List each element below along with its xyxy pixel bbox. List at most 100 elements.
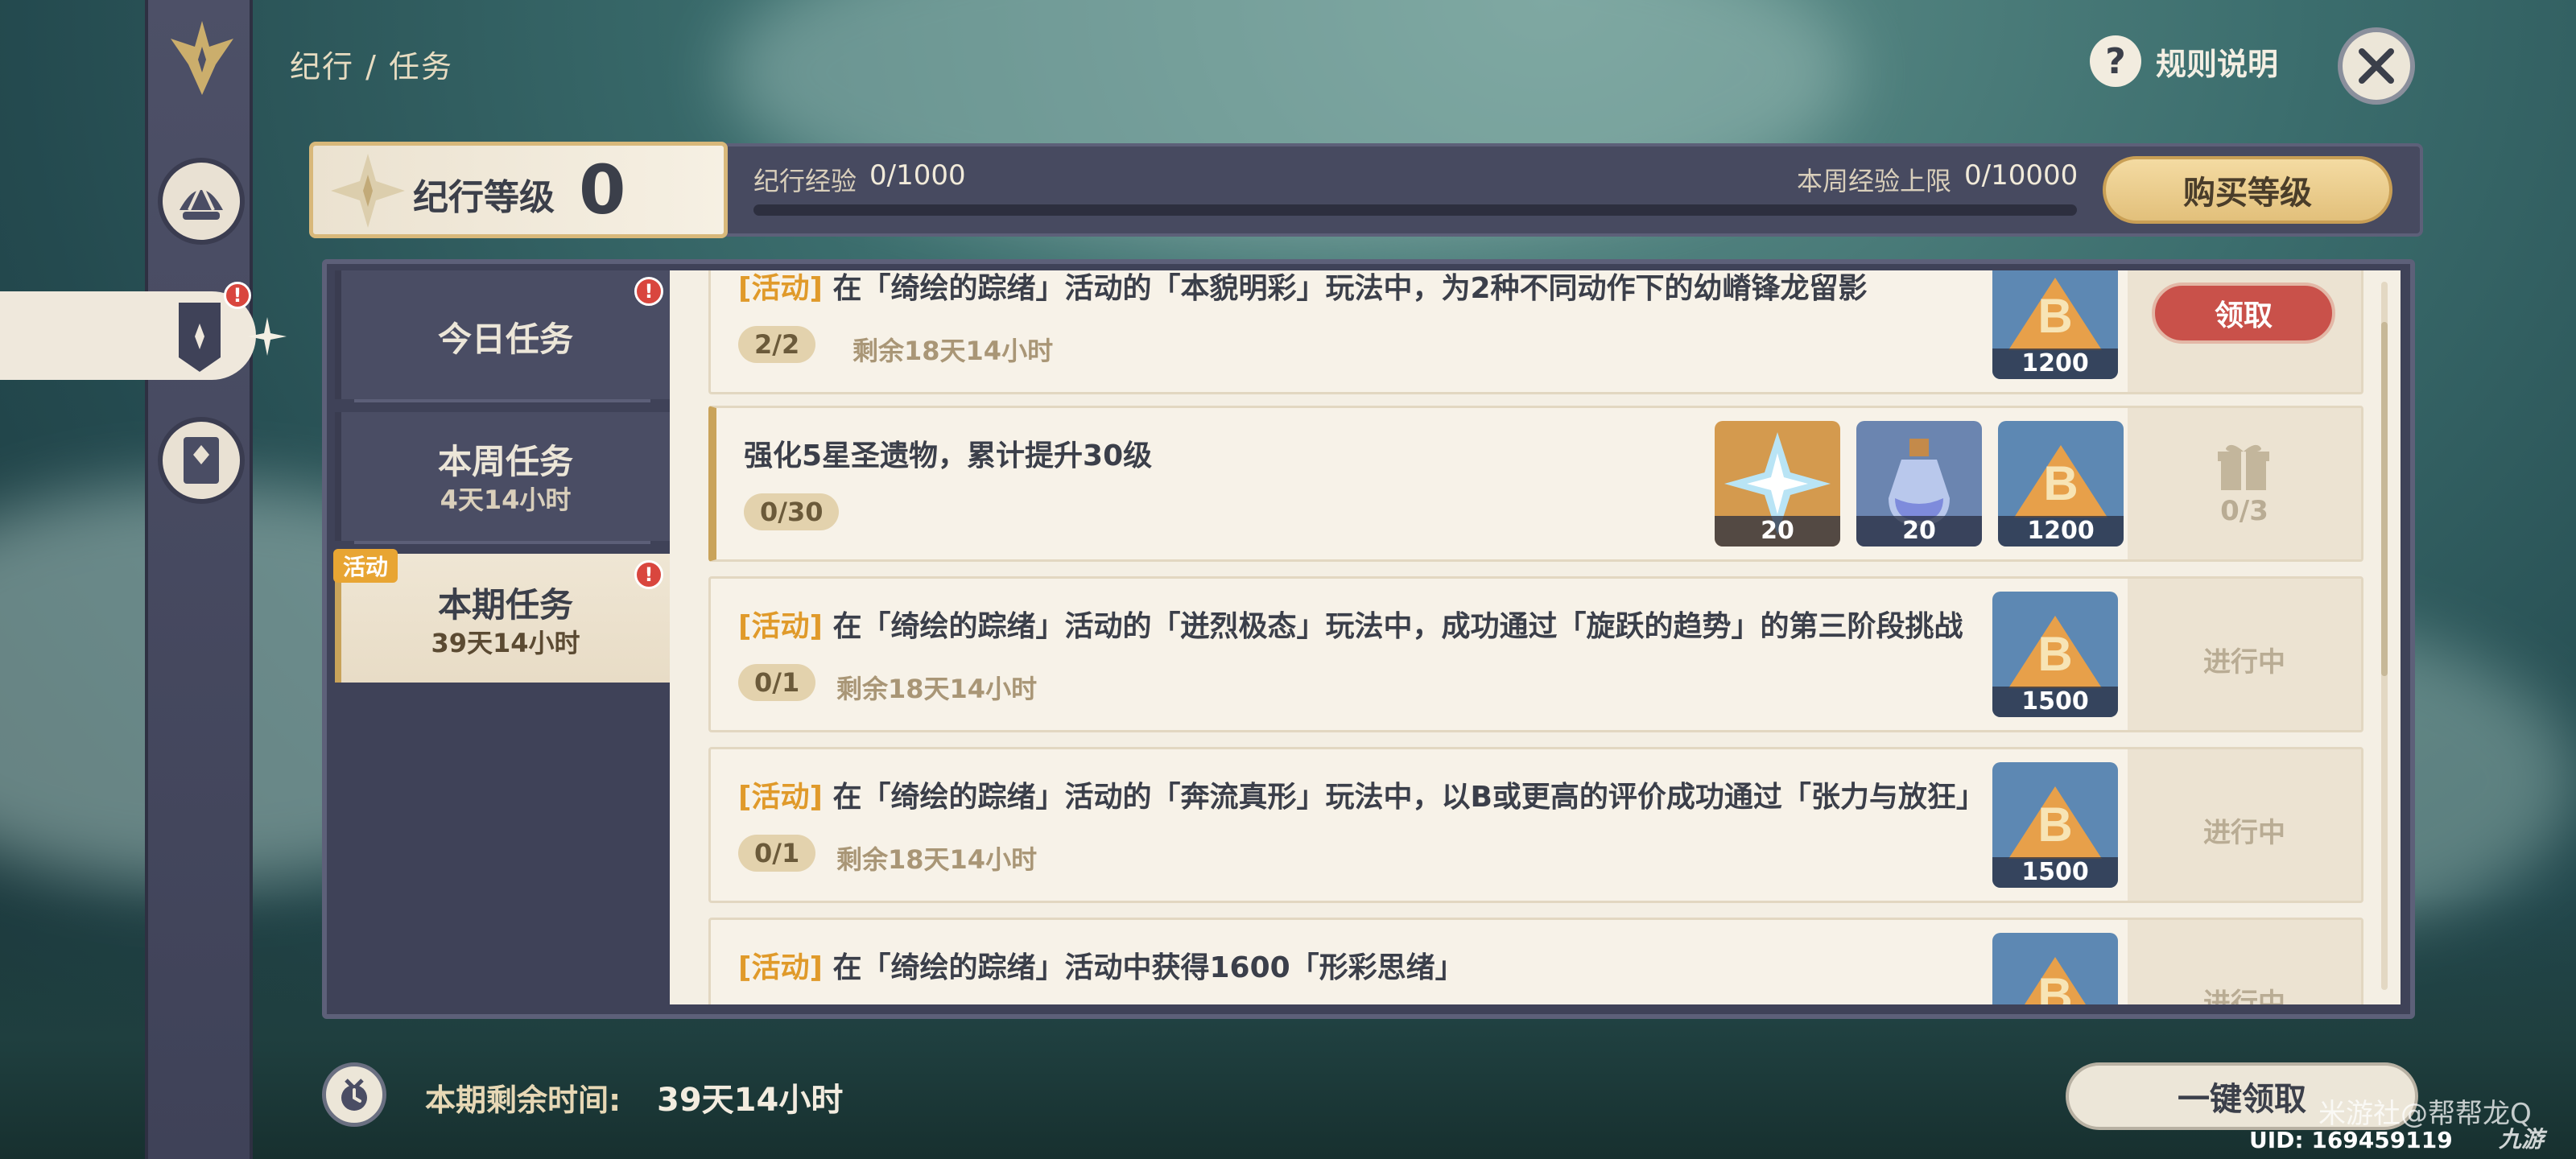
level-label: 纪行等级 xyxy=(413,177,555,218)
task-description: 强化5星圣遗物，累计提升30级 xyxy=(744,439,1153,472)
reward-item[interactable]: 20 xyxy=(1715,421,1840,547)
level-emblem-icon xyxy=(331,154,405,228)
task-progress: 0/1 xyxy=(738,664,816,701)
tab-title: 今日任务 xyxy=(437,320,573,359)
rules-label: 规则说明 xyxy=(2156,46,2279,82)
task-row: [活动] 在「绮绘的踪绪」活动中获得1600「形彩思绪」 B 进行中 xyxy=(708,918,2363,1004)
svg-text:B: B xyxy=(2043,456,2078,510)
event-tag: [活动] xyxy=(738,951,823,984)
week-cap-label: 本周经验上限 xyxy=(1797,166,1952,196)
exp-label: 纪行经验 xyxy=(753,166,857,196)
battlepass-exp-icon: B xyxy=(1992,933,2118,1004)
rail-shop-button[interactable] xyxy=(158,417,245,504)
close-icon xyxy=(2359,48,2394,84)
tab-weekly-missions[interactable]: 本周任务 4天14小时 xyxy=(335,412,670,541)
reward-count: 1200 xyxy=(1992,349,2118,379)
gift-icon xyxy=(2218,444,2269,490)
task-action-area: 进行中 xyxy=(2128,920,2361,1004)
task-title: [活动] 在「绮绘的踪绪」活动中获得1600「形彩思绪」 xyxy=(738,944,1464,986)
task-progress: 0/1 xyxy=(738,835,816,872)
task-title: [活动] 在「绮绘的踪绪」活动的「本貌明彩」玩法中，为2种不同动作下的幼嵴锋龙留… xyxy=(738,270,1868,307)
alert-icon: ! xyxy=(634,560,663,589)
uid-label: UID: 169459119 xyxy=(2249,1127,2453,1153)
task-title: [活动] 在「绮绘的踪绪」活动的「迸烈极态」玩法中，成功通过「旋跃的趋势」的第三… xyxy=(738,603,1963,645)
task-progress: 2/2 xyxy=(738,326,816,363)
task-status: 进行中 xyxy=(2203,817,2285,849)
level-value: 0 xyxy=(579,151,626,229)
question-icon: ? xyxy=(2090,35,2141,87)
close-button[interactable] xyxy=(2338,27,2415,105)
watermark-logo: 九游 xyxy=(2499,1126,2545,1153)
task-description: 在「绮绘的踪绪」活动的「奔流真形」玩法中，以B或更高的评价成功通过「张力与放狂」 xyxy=(832,781,1985,814)
task-description: 在「绮绘的踪绪」活动的「本貌明彩」玩法中，为2种不同动作下的幼嵴锋龙留影 xyxy=(832,272,1868,305)
scrollbar[interactable] xyxy=(2381,282,2388,990)
event-tag: [活动] xyxy=(738,272,823,305)
exp-value: 0/1000 xyxy=(869,159,966,192)
svg-text:B: B xyxy=(2037,798,2072,852)
mission-flag-icon[interactable] xyxy=(174,299,225,373)
card-icon xyxy=(184,437,219,484)
week-cap-value: 0/10000 xyxy=(1964,159,2079,192)
task-remaining-time: 剩余18天14小时 xyxy=(836,674,1038,704)
reward-item[interactable]: B xyxy=(1992,933,2118,1004)
reward-item[interactable]: B 1500 xyxy=(1992,762,2118,888)
breadcrumb: 纪行 / 任务 xyxy=(290,49,453,85)
tab-divider xyxy=(354,541,650,544)
reward-count: 20 xyxy=(1856,516,1982,547)
reward-item[interactable]: 20 xyxy=(1856,421,1982,547)
tab-subtitle: 39天14小时 xyxy=(431,628,580,658)
task-action-area: 进行中 xyxy=(2128,749,2361,901)
reward-count: 1500 xyxy=(1992,687,2118,717)
remaining-time-label: 本期剩余时间: xyxy=(425,1083,621,1118)
claim-button[interactable]: 领取 xyxy=(2152,283,2335,344)
notification-alert-icon: ! xyxy=(224,282,251,309)
task-list[interactable]: [活动] 在「绮绘的踪绪」活动的「本貌明彩」玩法中，为2种不同动作下的幼嵴锋龙留… xyxy=(670,270,2401,1004)
task-action-area: 领取 xyxy=(2128,270,2361,392)
task-action-area: 0/3 xyxy=(2128,408,2361,559)
reward-count: 1500 xyxy=(1992,857,2118,888)
reward-item[interactable]: B 1200 xyxy=(1992,270,2118,379)
scrollbar-thumb[interactable] xyxy=(2381,322,2388,676)
shell-icon xyxy=(180,180,223,220)
buy-level-button[interactable]: 购买等级 xyxy=(2103,156,2392,224)
svg-text:B: B xyxy=(2037,627,2072,681)
tab-title: 本周任务 xyxy=(437,442,573,481)
tab-period-missions[interactable]: 活动 本期任务 39天14小时 ! xyxy=(333,549,670,683)
remaining-time-value: 39天14小时 xyxy=(657,1082,844,1119)
task-remaining-time: 剩余18天14小时 xyxy=(836,844,1038,875)
task-status: 进行中 xyxy=(2203,646,2285,678)
reward-count: 1200 xyxy=(1998,516,2124,547)
tab-title: 本期任务 xyxy=(437,585,573,625)
timer-icon xyxy=(322,1062,386,1127)
task-row: [活动] 在「绮绘的踪绪」活动的「奔流真形」玩法中，以B或更高的评价成功通过「张… xyxy=(708,747,2363,903)
tab-divider xyxy=(354,399,650,402)
task-title: 强化5星圣遗物，累计提升30级 xyxy=(744,432,1152,474)
battlepass-emblem-icon xyxy=(171,21,233,95)
task-remaining-time: 剩余18天14小时 xyxy=(852,336,1054,366)
task-row: [活动] 在「绮绘的踪绪」活动的「迸烈极态」玩法中，成功通过「旋跃的趋势」的第三… xyxy=(708,576,2363,732)
rail-overview-button[interactable] xyxy=(158,158,245,245)
mission-tabs: 今日任务 ! 本周任务 4天14小时 活动 本期任务 39天14小时 ! xyxy=(333,270,670,1004)
task-action-area: 进行中 xyxy=(2128,579,2361,730)
task-description: 在「绮绘的踪绪」活动的「迸烈极态」玩法中，成功通过「旋跃的趋势」的第三阶段挑战 xyxy=(832,610,1963,643)
reward-item[interactable]: B 1500 xyxy=(1992,592,2118,717)
rules-button[interactable]: ? 规则说明 xyxy=(2090,35,2278,87)
reward-count: 20 xyxy=(1715,516,1840,547)
event-tag: [活动] xyxy=(738,610,823,643)
svg-text:B: B xyxy=(2037,968,2072,1004)
sparkle-icon xyxy=(248,317,287,356)
left-nav-rail xyxy=(145,0,253,1159)
reward-item[interactable]: B 1200 xyxy=(1998,421,2124,547)
task-row: 强化5星圣遗物，累计提升30级 0/30 20 20 B 1200 0/3 xyxy=(708,406,2363,562)
level-box: 纪行等级 0 xyxy=(309,142,728,238)
task-description: 在「绮绘的踪绪」活动中获得1600「形彩思绪」 xyxy=(832,951,1464,984)
task-progress: 0/30 xyxy=(744,493,840,530)
task-status: 进行中 xyxy=(2203,988,2285,1004)
task-status: 0/3 xyxy=(2220,495,2268,527)
alert-icon: ! xyxy=(634,277,663,306)
tab-daily-missions[interactable]: 今日任务 ! xyxy=(335,270,670,399)
task-row: [活动] 在「绮绘的踪绪」活动的「本貌明彩」玩法中，为2种不同动作下的幼嵴锋龙留… xyxy=(708,270,2363,394)
task-title: [活动] 在「绮绘的踪绪」活动的「奔流真形」玩法中，以B或更高的评价成功通过「张… xyxy=(738,773,1985,815)
exp-progress-bar xyxy=(753,204,2077,216)
event-tag: [活动] xyxy=(738,781,823,814)
